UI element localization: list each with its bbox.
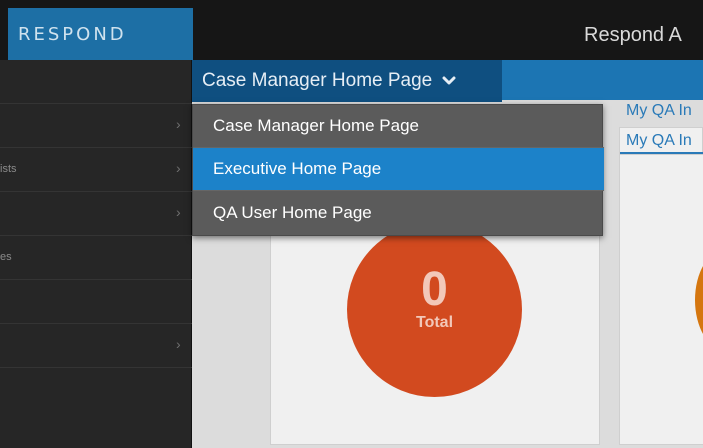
total-donut-chart[interactable]: 0 Total — [347, 222, 522, 397]
page-selector-dropdown: Case Manager Home Page Executive Home Pa… — [192, 104, 604, 236]
page-selector-button[interactable]: Case Manager Home Page — [192, 60, 502, 102]
app-title: Respond A — [584, 24, 682, 46]
qa-card-header: My QA In — [619, 127, 703, 155]
total-count: 0 — [421, 263, 448, 316]
chevron-down-icon — [442, 76, 456, 85]
page-selector-label: Case Manager Home Page — [202, 70, 433, 91]
dropdown-item-label: Executive Home Page — [213, 159, 382, 178]
dropdown-item-executive[interactable]: Executive Home Page — [193, 148, 604, 191]
chevron-right-icon: › — [176, 160, 181, 176]
chevron-right-icon: › — [176, 336, 181, 352]
sidebar-item[interactable] — [0, 280, 192, 324]
qa-card-title: My QA In — [626, 102, 692, 119]
sidebar-item[interactable]: › — [0, 324, 192, 368]
sidebar-item[interactable] — [0, 60, 192, 104]
dropdown-item-label: Case Manager Home Page — [213, 116, 420, 135]
sidebar-item[interactable]: es — [0, 236, 192, 280]
logo[interactable]: RESPOND — [8, 8, 193, 60]
qa-card-title: My QA In — [626, 132, 692, 149]
chevron-right-icon: › — [176, 204, 181, 220]
sidebar-item-label: es — [0, 251, 12, 263]
sidebar-item-label: ists — [0, 163, 17, 175]
dropdown-item-label: QA User Home Page — [213, 202, 372, 222]
dropdown-item-qa-user[interactable]: QA User Home Page — [193, 191, 604, 234]
qa-card: My QA In — [619, 102, 703, 445]
chevron-right-icon: › — [176, 116, 181, 132]
total-label: Total — [415, 314, 454, 331]
sidebar-item[interactable]: › — [0, 192, 192, 236]
sidebar-item[interactable]: › — [0, 104, 192, 148]
qa-card-underline — [620, 152, 703, 154]
sidebar-item-lists[interactable]: ists › — [0, 148, 192, 192]
dropdown-item-case-manager[interactable]: Case Manager Home Page — [193, 105, 604, 148]
logo-text: RESPOND — [18, 23, 127, 45]
top-bar: RESPOND Respond A — [0, 0, 703, 60]
sidebar: › ists › › es › — [0, 60, 192, 448]
app-window: RESPOND Respond A › ists › › es › My QA … — [0, 0, 703, 448]
